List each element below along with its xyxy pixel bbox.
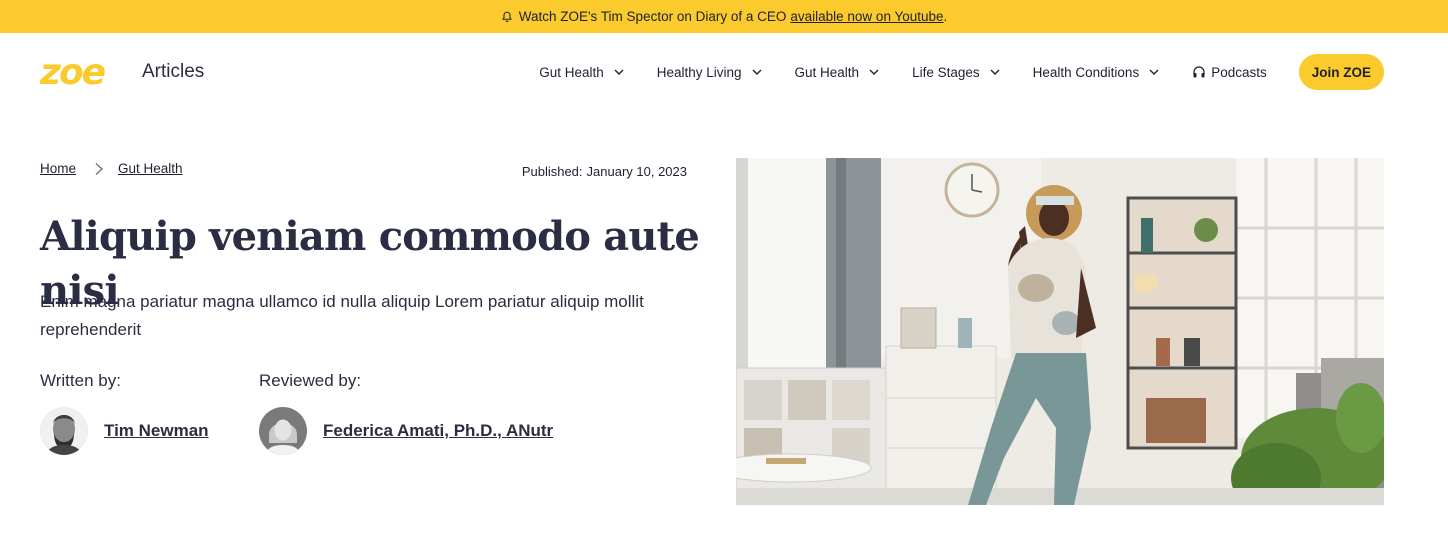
banner-text: Watch ZOE's Tim Spector on Diary of a CE… (518, 9, 787, 24)
reviewer-name-link[interactable]: Federica Amati, Ph.D., ANutr (323, 421, 553, 441)
written-by-label: Written by: (40, 371, 121, 390)
article-credits: Written by: Tim Newman Reviewed by: Fede… (40, 371, 579, 455)
published-value: January 10, 2023 (586, 164, 687, 179)
nav-gut-health[interactable]: Gut Health (539, 65, 625, 80)
breadcrumb-gut-health[interactable]: Gut Health (118, 161, 183, 176)
chevron-right-icon (95, 162, 103, 175)
article-subtitle: Enim magna pariatur magna ullamco id nul… (40, 292, 644, 339)
headphones-icon (1193, 66, 1205, 78)
nav-gut-health-2[interactable]: Gut Health (795, 65, 881, 80)
article-hero-image (736, 158, 1384, 505)
published-label: Published: (521, 164, 583, 179)
author-block: Written by: Tim Newman (40, 371, 259, 455)
chevron-down-icon (869, 69, 879, 75)
nav-label: Healthy Living (656, 64, 742, 80)
join-zoe-button[interactable]: Join ZOE (1298, 54, 1384, 90)
author-avatar[interactable] (40, 407, 88, 455)
nav-label: Life Stages (912, 64, 980, 80)
author-name-link[interactable]: Tim Newman (104, 421, 209, 441)
logo-wordmark: zoe (40, 54, 106, 90)
author-portrait-image (40, 407, 88, 455)
reviewer: Federica Amati, Ph.D., ANutr (259, 407, 579, 455)
bell-icon (501, 11, 512, 22)
published-date: Published: January 10, 2023 (522, 164, 687, 179)
banner-suffix: . (943, 9, 948, 24)
nav-life-stages[interactable]: Life Stages (912, 65, 1001, 80)
nav-health-conditions[interactable]: Health Conditions (1033, 65, 1161, 80)
woman-dancing-living-room-image (736, 158, 1384, 505)
zoe-logo[interactable]: zoe Articles (40, 54, 204, 90)
chevron-down-icon (990, 69, 1000, 75)
zoe-logo-mark: zoe (40, 54, 108, 90)
section-title: Articles (142, 61, 205, 82)
nav-healthy-living[interactable]: Healthy Living (657, 65, 763, 80)
reviewed-by-label: Reviewed by: (259, 371, 362, 390)
nav-podcasts[interactable]: Podcasts (1192, 65, 1267, 80)
announcement-banner: Watch ZOE's Tim Spector on Diary of a CE… (0, 0, 1448, 33)
chevron-down-icon (752, 69, 762, 75)
nav-label: Gut Health (794, 64, 860, 80)
chevron-down-icon (614, 69, 624, 75)
reviewer-avatar[interactable] (259, 407, 307, 455)
reviewer-block: Reviewed by: Federica Amati, Ph.D., ANut… (259, 371, 579, 455)
reviewer-portrait-image (259, 407, 307, 455)
banner-youtube-link[interactable]: available now on Youtube (790, 9, 943, 24)
site-header: zoe Articles Gut Health Healthy Living G… (0, 33, 1448, 110)
nav-label: Health Conditions (1032, 64, 1140, 80)
main-nav: Gut Health Healthy Living Gut Health Lif… (539, 54, 1384, 90)
breadcrumb: Home Gut Health (40, 161, 183, 176)
nav-label: Podcasts (1211, 64, 1267, 80)
nav-label: Gut Health (539, 64, 604, 80)
author: Tim Newman (40, 407, 259, 455)
chevron-down-icon (1149, 69, 1159, 75)
breadcrumb-home[interactable]: Home (40, 161, 76, 176)
